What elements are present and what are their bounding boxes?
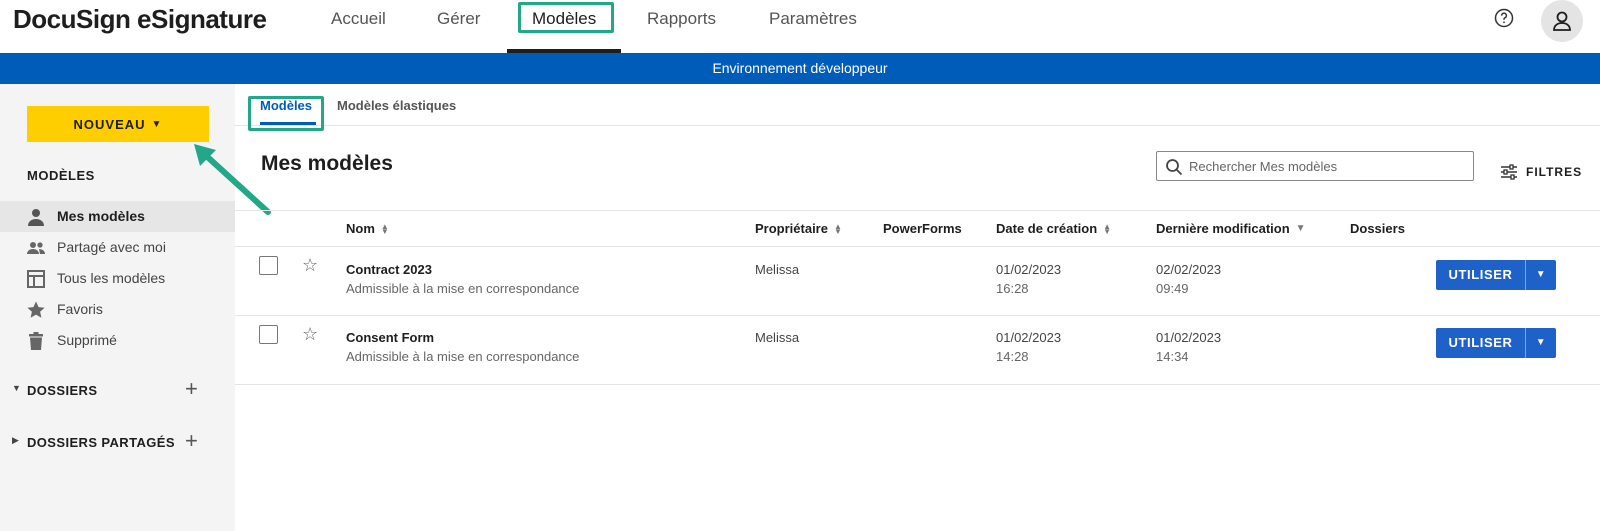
people-icon: [26, 238, 46, 258]
created-date: 01/02/2023: [996, 262, 1062, 277]
template-name[interactable]: Consent Form: [346, 330, 434, 345]
sidebar-item-supprime[interactable]: Supprimé: [0, 325, 235, 356]
sort-desc-icon: ▼: [1295, 223, 1306, 234]
nav-gerer[interactable]: Gérer: [437, 8, 480, 30]
table-row[interactable]: ☆ Contract 2023 Admissible à la mise en …: [235, 247, 1600, 316]
sidebar-section-dossiers-partages[interactable]: ▶ DOSSIERS PARTAGÉS +: [0, 430, 235, 455]
table-header: Nom ▲ ▼ Propriétaire ▲ ▼ PowerForms Date d…: [235, 210, 1600, 247]
caret-down-icon: ▼: [151, 118, 163, 130]
sidebar-item-label: Favoris: [57, 301, 103, 317]
sort-icon: ▲ ▼: [380, 221, 389, 236]
filters-button[interactable]: FILTRES: [1500, 163, 1582, 181]
created-time: 14:28: [996, 349, 1029, 364]
modified-time: 14:34: [1156, 349, 1189, 364]
trash-icon: [26, 331, 46, 351]
new-button-label: NOUVEAU: [73, 116, 146, 132]
search-input[interactable]: [1189, 156, 1469, 176]
user-icon: [1553, 11, 1571, 31]
row-checkbox[interactable]: [259, 325, 278, 344]
modified-date: 02/02/2023: [1156, 262, 1222, 277]
subtabs: Modèles Modèles élastiques: [235, 84, 1600, 126]
template-status: Admissible à la mise en correspondance: [346, 281, 580, 296]
modified-date: 01/02/2023: [1156, 330, 1222, 345]
use-button[interactable]: UTILISER: [1436, 328, 1526, 358]
sidebar-item-label: Supprimé: [57, 332, 117, 348]
sidebar-item-label: Tous les modèles: [57, 270, 166, 286]
use-button-group: UTILISER ▼: [1436, 328, 1556, 358]
add-shared-folder-icon[interactable]: +: [185, 430, 198, 452]
created-date: 01/02/2023: [996, 330, 1062, 345]
new-button[interactable]: NOUVEAU ▼: [27, 106, 209, 142]
use-dropdown-chevron-icon[interactable]: ▼: [1526, 260, 1556, 290]
add-folder-icon[interactable]: +: [185, 378, 198, 400]
brand-logo[interactable]: DocuSign eSignature: [13, 4, 267, 35]
template-status: Admissible à la mise en correspondance: [346, 349, 580, 364]
column-header-date-creation[interactable]: Date de création ▲ ▼: [996, 221, 1111, 236]
template-icon: [26, 269, 46, 289]
person-icon: [26, 207, 46, 227]
column-label: Dossiers: [1350, 221, 1405, 236]
modified-time: 09:49: [1156, 281, 1189, 296]
column-label: Nom: [346, 221, 375, 236]
column-header-nom[interactable]: Nom ▲ ▼: [346, 221, 389, 236]
developer-environment-banner: Environnement développeur: [0, 53, 1600, 84]
sort-icon: ▲ ▼: [1103, 221, 1112, 236]
sidebar-section-dossiers[interactable]: ▼ DOSSIERS +: [0, 378, 235, 403]
column-label: Propriétaire: [755, 221, 828, 236]
use-dropdown-chevron-icon[interactable]: ▼: [1526, 328, 1556, 358]
sidebar-item-partage-avec-moi[interactable]: Partagé avec moi: [0, 232, 235, 263]
column-label: PowerForms: [883, 221, 962, 236]
filters-label: FILTRES: [1526, 165, 1583, 179]
caret-down-icon: ▼: [12, 383, 22, 393]
nav-rapports[interactable]: Rapports: [647, 8, 716, 30]
created-time: 16:28: [996, 281, 1029, 296]
sort-icon: ▲ ▼: [833, 221, 842, 236]
sidebar-item-label: Mes modèles: [57, 208, 145, 224]
caret-right-icon: ▶: [12, 435, 20, 445]
row-checkbox[interactable]: [259, 256, 278, 275]
column-header-dossiers: Dossiers: [1350, 221, 1405, 236]
favorite-star-icon[interactable]: ☆: [302, 255, 318, 276]
sidebar-item-favoris[interactable]: Favoris: [0, 294, 235, 325]
column-header-proprietaire[interactable]: Propriétaire ▲ ▼: [755, 221, 842, 236]
favorite-star-icon[interactable]: ☆: [302, 324, 318, 345]
star-icon: [26, 300, 46, 320]
column-header-powerforms: PowerForms: [883, 221, 962, 236]
top-navigation: DocuSign eSignature Accueil Gérer Modèle…: [0, 0, 1600, 53]
use-button-group: UTILISER ▼: [1436, 260, 1556, 290]
nav-parametres[interactable]: Paramètres: [769, 8, 857, 30]
template-name[interactable]: Contract 2023: [346, 262, 432, 277]
page-title: Mes modèles: [261, 152, 393, 175]
column-label: Dernière modification: [1156, 221, 1290, 236]
nav-accueil[interactable]: Accueil: [331, 8, 386, 30]
template-owner: Melissa: [755, 330, 800, 345]
sidebar-item-label: Partagé avec moi: [57, 239, 166, 255]
table-row[interactable]: ☆ Consent Form Admissible à la mise en c…: [235, 316, 1600, 385]
nav-highlight-box: [518, 2, 614, 33]
subtab-highlight-box: [248, 96, 324, 131]
search-icon: [1165, 158, 1183, 176]
sidebar-heading: MODÈLES: [27, 168, 95, 183]
column-label: Date de création: [996, 221, 1098, 236]
template-owner: Melissa: [755, 262, 800, 277]
help-icon[interactable]: [1494, 8, 1514, 28]
column-header-derniere-modification[interactable]: Dernière modification ▼: [1156, 221, 1306, 236]
avatar[interactable]: [1541, 0, 1583, 42]
search-field[interactable]: [1156, 151, 1474, 181]
sidebar-item-tous-les-modeles[interactable]: Tous les modèles: [0, 263, 235, 294]
sidebar-section-label: DOSSIERS: [27, 383, 98, 398]
sidebar-section-label: DOSSIERS PARTAGÉS: [27, 435, 175, 450]
filters-icon: [1501, 164, 1517, 180]
tab-modeles-elastiques[interactable]: Modèles élastiques: [337, 98, 456, 113]
use-button[interactable]: UTILISER: [1436, 260, 1526, 290]
